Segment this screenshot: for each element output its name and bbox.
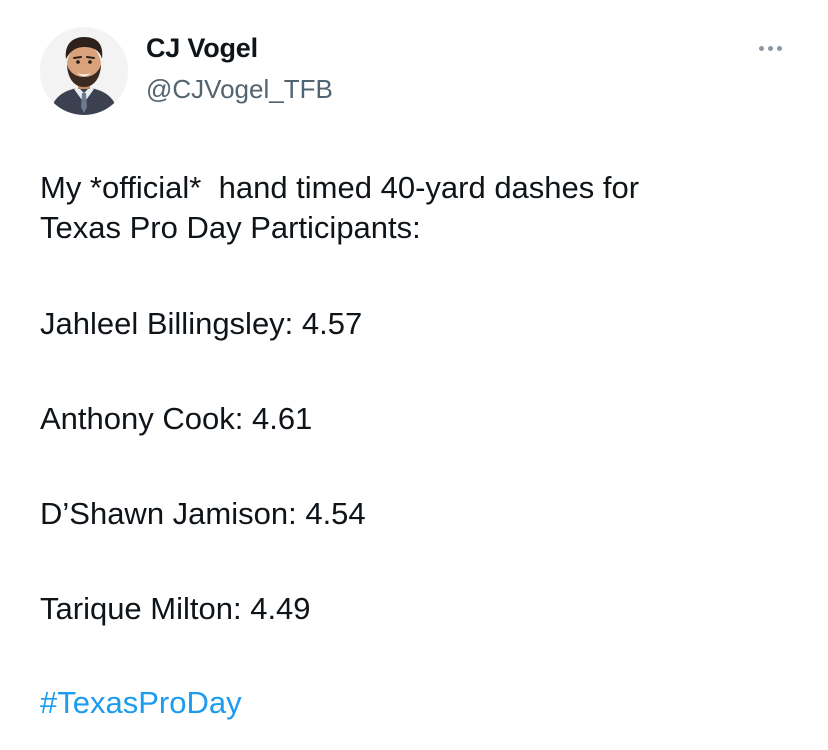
hashtag-link[interactable]: #TexasProDay (40, 685, 242, 720)
tweet-text: My *official* hand timed 40-yard dashes … (40, 168, 800, 723)
author-name[interactable]: CJ Vogel (146, 33, 258, 64)
dash-time-entry: Jahleel Billingsley: 4.57 (40, 306, 363, 341)
dash-time-entry: D’Shawn Jamison: 4.54 (40, 496, 366, 531)
tweet-intro-line-1: My *official* hand timed 40-yard dashes … (40, 170, 640, 205)
dash-time-entry: Tarique Milton: 4.49 (40, 591, 311, 626)
author-avatar[interactable] (40, 27, 128, 115)
more-horizontal-icon-dot (767, 45, 773, 51)
avatar-illustration-icon (40, 27, 128, 115)
author-handle[interactable]: @CJVogel_TFB (146, 74, 333, 105)
more-horizontal-icon-dot (776, 45, 782, 51)
tweet-card: CJ Vogel @CJVogel_TFB My *official* hand… (0, 0, 828, 750)
more-horizontal-icon (758, 45, 764, 51)
more-options-button[interactable] (752, 36, 788, 60)
tweet-intro-line-2: Texas Pro Day Participants: (40, 210, 421, 245)
dash-time-entry: Anthony Cook: 4.61 (40, 401, 313, 436)
